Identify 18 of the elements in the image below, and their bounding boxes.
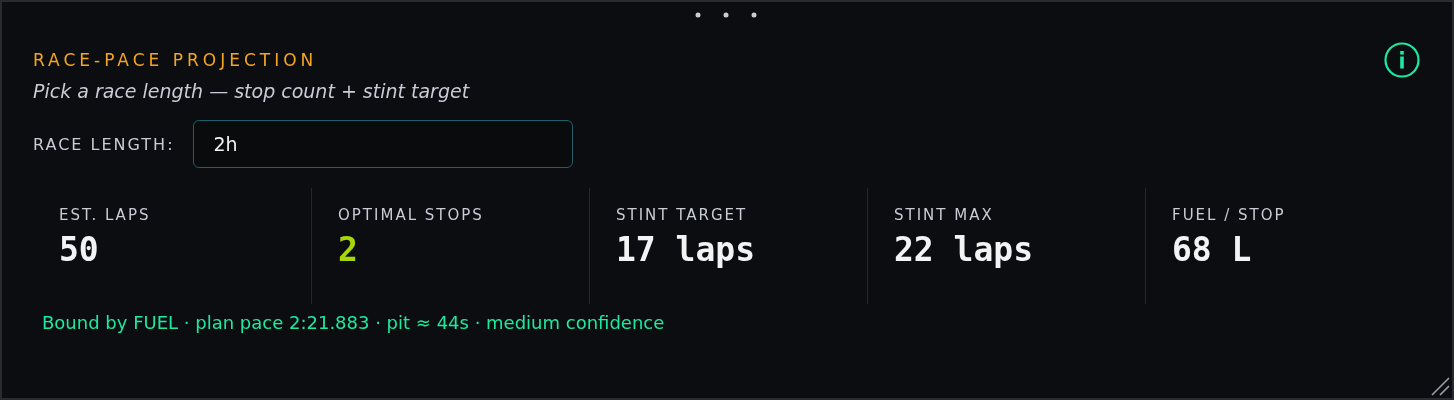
drag-handle-icon[interactable] xyxy=(695,12,757,18)
summary-text: Bound by FUEL · plan pace 2:21.883 · pit ≈ 44s · medium confidence xyxy=(41,312,666,333)
panel-subtitle: Pick a race length — stop count + stint target xyxy=(33,80,471,104)
stat-value: 68 L xyxy=(1172,230,1253,269)
stat-value: 2 xyxy=(338,230,359,269)
race-length-field[interactable]: 2h xyxy=(192,120,573,168)
resize-handle-icon[interactable] xyxy=(1430,376,1450,396)
stat-value: 17 laps xyxy=(616,230,757,269)
stat-label: FUEL / STOP xyxy=(1172,206,1287,224)
panel-title: RACE-PACE PROJECTION xyxy=(33,50,318,70)
stat-label: EST. LAPS xyxy=(59,206,152,224)
race-length-label: RACE LENGTH: xyxy=(33,134,175,154)
info-icon[interactable] xyxy=(1384,42,1420,78)
stat-value: 50 xyxy=(59,230,100,269)
stat-label: OPTIMAL STOPS xyxy=(338,206,485,224)
stat-label: STINT MAX xyxy=(894,206,995,224)
stat-value: 22 laps xyxy=(894,230,1035,269)
stat-label: STINT TARGET xyxy=(616,206,749,224)
